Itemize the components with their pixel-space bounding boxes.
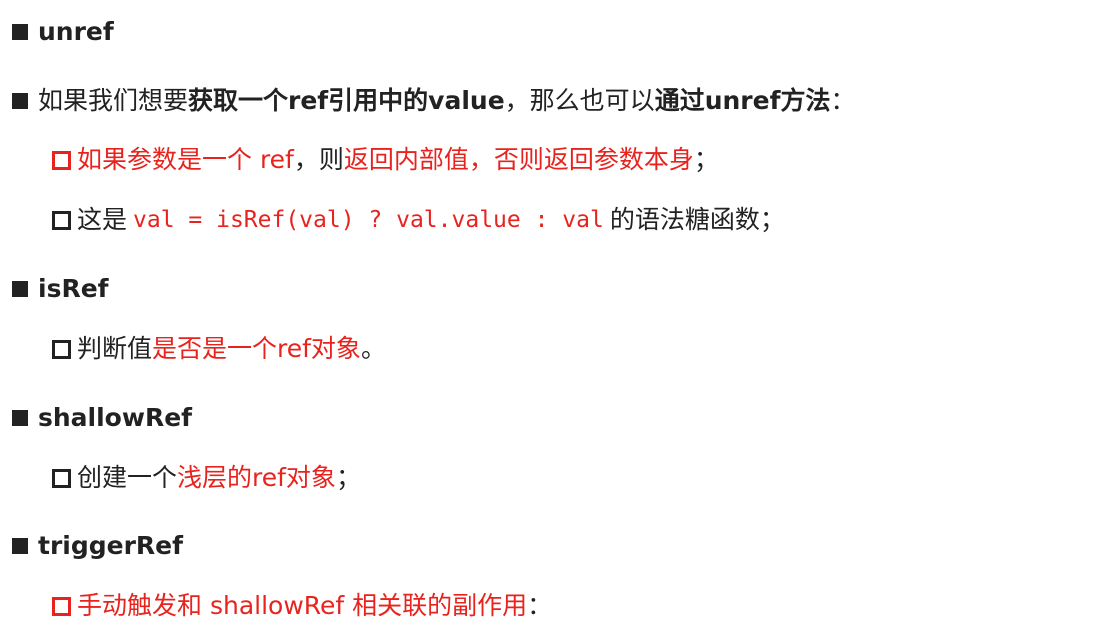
hollow-square-bullet-icon xyxy=(52,339,71,359)
hollow-square-bullet-icon xyxy=(52,150,71,170)
item-text-red-3: ， xyxy=(468,145,494,174)
square-bullet-icon xyxy=(12,410,28,426)
item-text-2: 。 xyxy=(360,334,386,363)
item-text-2: 的语法糖函数； xyxy=(609,205,785,234)
heading-text: isRef xyxy=(38,274,109,303)
item-text-1: ： xyxy=(527,591,553,620)
item-text-1: ，则 xyxy=(293,145,344,174)
section-heading-triggerref: triggerRef xyxy=(12,530,183,562)
item-text-red-1: 手动触发和 shallowRef 相关联的副作用 xyxy=(77,591,528,620)
item-text-red-4: 否则返回参数本身 xyxy=(493,145,694,174)
triggerref-item-1: 手动触发和 shallowRef 相关联的副作用 ： xyxy=(52,590,552,622)
hollow-square-bullet-icon xyxy=(52,210,71,230)
item-text-2: ； xyxy=(693,145,719,174)
square-bullet-icon xyxy=(12,281,28,297)
heading-text: triggerRef xyxy=(38,531,184,560)
heading-text: shallowRef xyxy=(38,403,193,432)
unref-item-2: 这是 val = isRef(val) ? val.value : val 的语… xyxy=(52,204,785,236)
item-text-1: 这是 xyxy=(77,205,128,234)
item-text-red-2: 返回内部值 xyxy=(343,145,469,174)
square-bullet-icon xyxy=(12,538,28,554)
section-heading-isref: isRef xyxy=(12,273,109,305)
item-text-2: ； xyxy=(335,463,361,492)
hollow-square-bullet-icon xyxy=(52,468,71,488)
item-text-1: 判断值 xyxy=(77,334,153,363)
square-bullet-icon xyxy=(12,93,28,109)
intro-text-bold-2: 通过unref方法 xyxy=(654,86,831,115)
section-heading-unref: unref xyxy=(12,16,114,48)
intro-text-bold-1: 获取一个ref引用中的value xyxy=(188,86,505,115)
item-text-1: 创建一个 xyxy=(77,463,178,492)
isref-item-1: 判断值 是否是一个ref对象 。 xyxy=(52,333,386,365)
item-text-red-1: 浅层的ref对象 xyxy=(177,463,336,492)
slide: unref 如果我们想要 获取一个ref引用中的value ，那么也可以 通过u… xyxy=(0,0,1099,635)
shallowref-item-1: 创建一个 浅层的ref对象 ； xyxy=(52,462,361,494)
intro-text-3: ： xyxy=(830,86,856,115)
heading-text: unref xyxy=(38,17,114,46)
intro-text-2: ，那么也可以 xyxy=(504,86,655,115)
intro-text-1: 如果我们想要 xyxy=(38,86,189,115)
unref-item-1: 如果参数是一个 ref ，则 返回内部值 ， 否则返回参数本身 ； xyxy=(52,144,719,176)
section-heading-shallowref: shallowRef xyxy=(12,402,192,434)
hollow-square-bullet-icon xyxy=(52,596,71,616)
code-snippet: val = isRef(val) ? val.value : val xyxy=(133,207,604,233)
item-text-red-1: 如果参数是一个 ref xyxy=(77,145,294,174)
unref-intro-line: 如果我们想要 获取一个ref引用中的value ，那么也可以 通过unref方法… xyxy=(12,85,855,117)
item-text-red-1: 是否是一个ref对象 xyxy=(152,334,361,363)
square-bullet-icon xyxy=(12,24,28,40)
